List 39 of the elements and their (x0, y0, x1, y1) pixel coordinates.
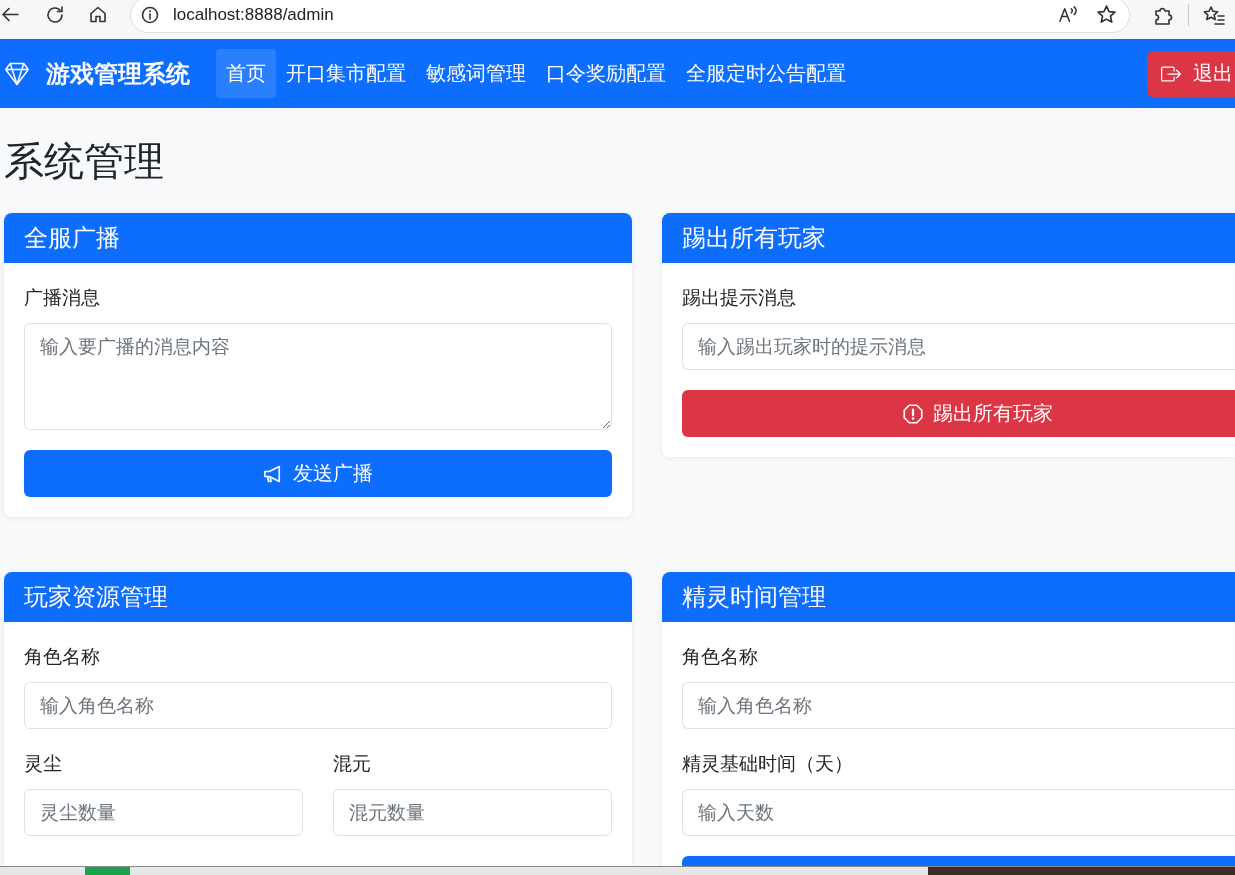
address-bar[interactable]: localhost:8888/admin (130, 0, 1130, 33)
nav-link[interactable]: 首页 (216, 49, 276, 98)
field-label: 角色名称 (682, 645, 759, 669)
card-header: 踢出所有玩家 (662, 213, 1235, 263)
text-input[interactable]: 输入角色名称 (682, 682, 1235, 729)
star-icon[interactable] (1096, 4, 1117, 25)
nav-link[interactable]: 全服定时公告配置 (676, 49, 856, 98)
info-icon (141, 5, 159, 24)
field-label: 广播消息 (24, 286, 101, 310)
field-label: 混元 (333, 752, 372, 776)
nav-link[interactable]: 口令奖励配置 (536, 49, 676, 98)
field-label: 灵尘 (24, 752, 63, 776)
text-input[interactable]: 输入天数 (682, 789, 1235, 836)
page-title: 系统管理 (4, 138, 165, 185)
brand-title[interactable]: 游戏管理系统 (46, 57, 190, 90)
warning-octagon-icon (903, 403, 923, 424)
text-input[interactable]: 输入角色名称 (24, 682, 612, 729)
logout-button[interactable]: 退出 (1147, 50, 1235, 97)
refresh-icon[interactable] (44, 3, 66, 26)
field-label: 踢出提示消息 (682, 286, 797, 310)
nav-link[interactable]: 开口集市配置 (276, 49, 416, 98)
card-header: 全服广播 (4, 213, 632, 263)
kick-button[interactable]: 踢出所有玩家 (682, 390, 1235, 437)
gem-icon (4, 61, 30, 86)
broadcast-button[interactable]: 发送广播 (24, 450, 612, 497)
field-label: 角色名称 (24, 645, 101, 669)
nav-link[interactable]: 敏感词管理 (416, 49, 536, 98)
card-header: 玩家资源管理 (4, 572, 632, 622)
card-header: 精灵时间管理 (662, 572, 1235, 622)
url-text: localhost:8888/admin (173, 4, 334, 25)
text-input[interactable]: 混元数量 (333, 789, 612, 836)
message-textarea[interactable]: 输入要广播的消息内容 (24, 323, 612, 430)
read-aloud-icon[interactable] (1058, 4, 1079, 25)
home-icon[interactable] (88, 4, 108, 25)
favorites-icon[interactable] (1203, 4, 1225, 25)
field-label: 精灵基础时间（天） (682, 752, 854, 776)
text-input[interactable]: 灵尘数量 (24, 789, 303, 836)
text-input[interactable]: 输入踢出玩家时的提示消息 (682, 323, 1235, 370)
megaphone-icon (263, 463, 283, 484)
